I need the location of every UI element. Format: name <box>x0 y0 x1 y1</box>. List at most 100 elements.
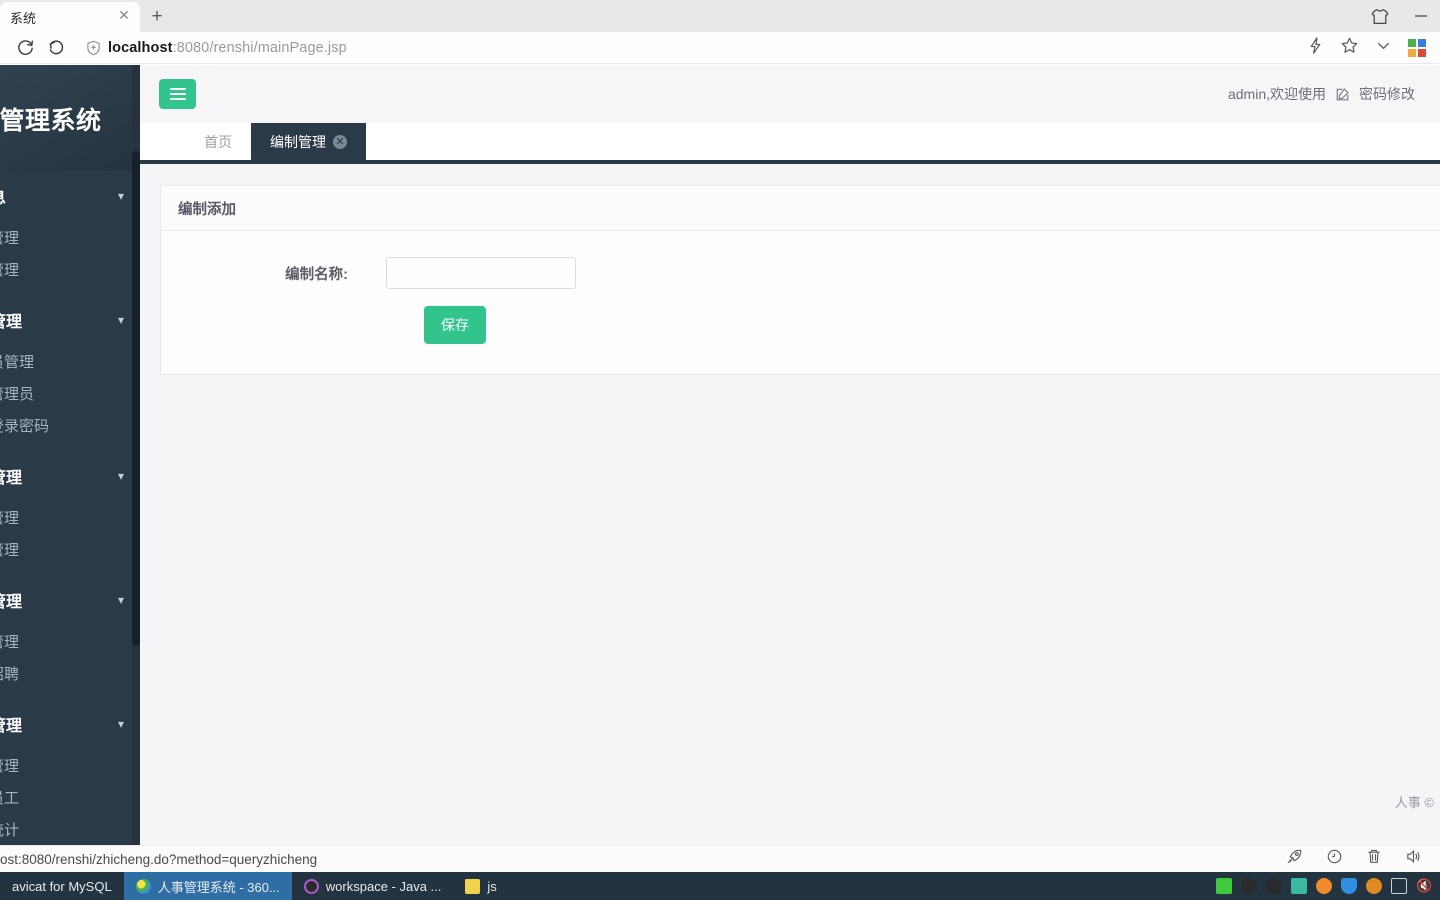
sidebar-group-bianzhi[interactable]: 制管理 ▾ 制管理 级管理 <box>0 451 140 565</box>
system-tray: 🔇 <box>1216 872 1440 900</box>
taskbar-item-label: js <box>487 878 497 894</box>
sidebar-item-employee-stats[interactable]: 工统计 <box>0 813 140 845</box>
sidebar-item-zhiji-manage[interactable]: 级管理 <box>0 533 140 565</box>
lightning-icon[interactable] <box>1307 36 1324 60</box>
sidebar-item-zhaopin-manage[interactable]: 聘管理 <box>0 625 140 657</box>
change-password-link[interactable]: 密码修改 <box>1359 84 1415 104</box>
sidebar-group-label: 信息 <box>0 184 6 208</box>
browser-status-bar: ost:8080/renshi/zhicheng.do?method=query… <box>0 845 1440 872</box>
sidebar-item-employee-resign[interactable]: 职员工 <box>0 781 140 813</box>
trash-icon[interactable] <box>1366 848 1382 870</box>
speaker-icon[interactable] <box>1405 848 1422 870</box>
grid-squares-icon[interactable] <box>1408 38 1426 57</box>
rocket-icon[interactable] <box>1286 848 1303 870</box>
taskbar-item-eclipse[interactable]: workspace - Java ... <box>292 872 454 900</box>
taskbar-item-label: 人事管理系统 - 360... <box>157 879 280 895</box>
save-button[interactable]: 保存 <box>424 306 486 344</box>
bianzhi-name-input[interactable] <box>386 257 576 289</box>
sidebar-group-guanliyuan[interactable]: 员管理 ▾ 理员管理 加管理员 改登录密码 <box>0 295 140 441</box>
browser-tab[interactable]: 系统 ✕ <box>0 2 140 32</box>
sidebar-group-label: 聘管理 <box>0 594 23 611</box>
green-app-icon[interactable] <box>1216 878 1232 894</box>
star-icon[interactable] <box>1340 36 1359 60</box>
shield-icon <box>86 40 101 56</box>
address-bar[interactable]: localhost:8080/renshi/mainPage.jsp <box>76 34 1307 62</box>
sidebar-item-zhaopin-post[interactable]: 聘招聘 <box>0 657 140 689</box>
chevron-down-icon: ▾ <box>117 593 124 607</box>
sidebar-item-zhiwei[interactable]: 位管理 <box>0 253 140 285</box>
status-bar-url: ost:8080/renshi/zhicheng.do?method=query… <box>0 851 318 867</box>
taskbar-item-js-folder[interactable]: js <box>453 872 508 900</box>
chevron-down-icon: ▾ <box>117 717 124 731</box>
card-body: 编制名称: 保存 <box>161 231 1440 374</box>
sidebar-item-bumen[interactable]: 门管理 <box>0 221 140 253</box>
sidebar-scrollbar-thumb[interactable] <box>132 151 140 646</box>
sidebar-item-label: 工管理 <box>0 757 20 775</box>
content-topbar: admin,欢迎使用 密码修改 <box>140 65 1440 123</box>
taskbar-item-navicat[interactable]: avicat for MySQL <box>0 872 124 900</box>
sidebar: 事管理系统 信息 ▾ 门管理 位管理 员管理 ▾ 理员管理 加管理员 改登录密码… <box>0 65 140 845</box>
tab-home[interactable]: 首页 <box>185 123 251 160</box>
search-icon[interactable] <box>1366 878 1382 894</box>
sidebar-item-label: 聘招聘 <box>0 665 20 683</box>
plus-icon[interactable]: + <box>140 2 174 32</box>
main-content: admin,欢迎使用 密码修改 首页 编制管理 ✕ 编制添加 编制名称: 保存 … <box>140 65 1440 845</box>
topbar-user-area: admin,欢迎使用 密码修改 <box>1228 84 1424 104</box>
sidebar-item-label: 工统计 <box>0 821 20 839</box>
taskbar-item-label: avicat for MySQL <box>12 878 112 894</box>
back-icon[interactable] <box>40 33 70 63</box>
smiley-icon[interactable] <box>1326 848 1343 870</box>
sidebar-item-label: 改登录密码 <box>0 417 50 435</box>
network-icon[interactable] <box>1391 878 1407 894</box>
chevron-down-icon: ▾ <box>117 189 124 203</box>
input-method-icon[interactable] <box>1291 878 1307 894</box>
sidebar-item-bianzhi-manage[interactable]: 制管理 <box>0 501 140 533</box>
welcome-text: admin,欢迎使用 <box>1227 86 1326 102</box>
volume-mute-icon[interactable]: 🔇 <box>1416 878 1432 894</box>
qq-penguin-icon[interactable] <box>1241 878 1257 894</box>
antivirus-shield-icon[interactable] <box>1341 878 1357 894</box>
hamburger-icon[interactable] <box>159 79 196 109</box>
os-taskbar: avicat for MySQL 人事管理系统 - 360... workspa… <box>0 872 1440 900</box>
status-bar-icons <box>1286 848 1440 870</box>
sidebar-item-admin-add[interactable]: 加管理员 <box>0 377 140 409</box>
sidebar-group-zhaopin[interactable]: 聘管理 ▾ 聘管理 聘招聘 <box>0 575 140 689</box>
minimize-icon[interactable] <box>1412 11 1430 21</box>
qq-penguin-2-icon[interactable] <box>1266 878 1282 894</box>
page-tab-strip: 首页 编制管理 ✕ <box>140 123 1440 164</box>
close-icon[interactable]: ✕ <box>116 9 132 25</box>
window-controls <box>1370 0 1440 32</box>
sidebar-scrollbar[interactable] <box>132 65 140 845</box>
shirt-icon[interactable] <box>1370 8 1390 25</box>
folder-icon <box>465 878 481 894</box>
sidebar-item-change-password[interactable]: 改登录密码 <box>0 409 140 441</box>
sidebar-group-label: 制管理 <box>0 470 23 487</box>
sidebar-item-label: 级管理 <box>0 541 20 559</box>
sidebar-item-employee-manage[interactable]: 工管理 <box>0 749 140 781</box>
browser-toolbar: localhost:8080/renshi/mainPage.jsp <box>0 32 1440 64</box>
sidebar-group-header[interactable]: 制管理 ▾ <box>0 451 140 501</box>
chevron-down-icon[interactable] <box>1375 37 1392 59</box>
sidebar-item-admin-manage[interactable]: 理员管理 <box>0 345 140 377</box>
sidebar-group-header[interactable]: 聘管理 ▾ <box>0 575 140 625</box>
sidebar-group-yuangong[interactable]: 工管理 ▾ 工管理 职员工 工统计 <box>0 699 140 845</box>
sidebar-group-xinxi[interactable]: 信息 ▾ 门管理 位管理 <box>0 171 140 285</box>
bianzhi-name-label: 编制名称: <box>285 266 348 283</box>
taskbar-item-label: workspace - Java ... <box>325 878 442 894</box>
sidebar-group-header[interactable]: 工管理 ▾ <box>0 699 140 749</box>
reload-icon[interactable] <box>10 33 40 63</box>
bianzhi-add-card: 编制添加 编制名称: 保存 <box>160 184 1440 375</box>
eclipse-icon <box>303 878 319 894</box>
sidebar-group-label: 工管理 <box>0 718 23 735</box>
sidebar-group-header[interactable]: 信息 ▾ <box>0 171 140 221</box>
tab-bianzhi-manage[interactable]: 编制管理 ✕ <box>251 123 366 160</box>
taskbar-item-browser[interactable]: 人事管理系统 - 360... <box>123 872 292 900</box>
close-circle-icon[interactable]: ✕ <box>333 134 347 149</box>
pencil-square-icon[interactable] <box>1335 87 1350 102</box>
card-title: 编制添加 <box>161 186 1440 231</box>
page-viewport: 事管理系统 信息 ▾ 门管理 位管理 员管理 ▾ 理员管理 加管理员 改登录密码… <box>0 65 1440 845</box>
security-shield-icon[interactable] <box>1316 878 1332 894</box>
sidebar-group-header[interactable]: 员管理 ▾ <box>0 295 140 345</box>
